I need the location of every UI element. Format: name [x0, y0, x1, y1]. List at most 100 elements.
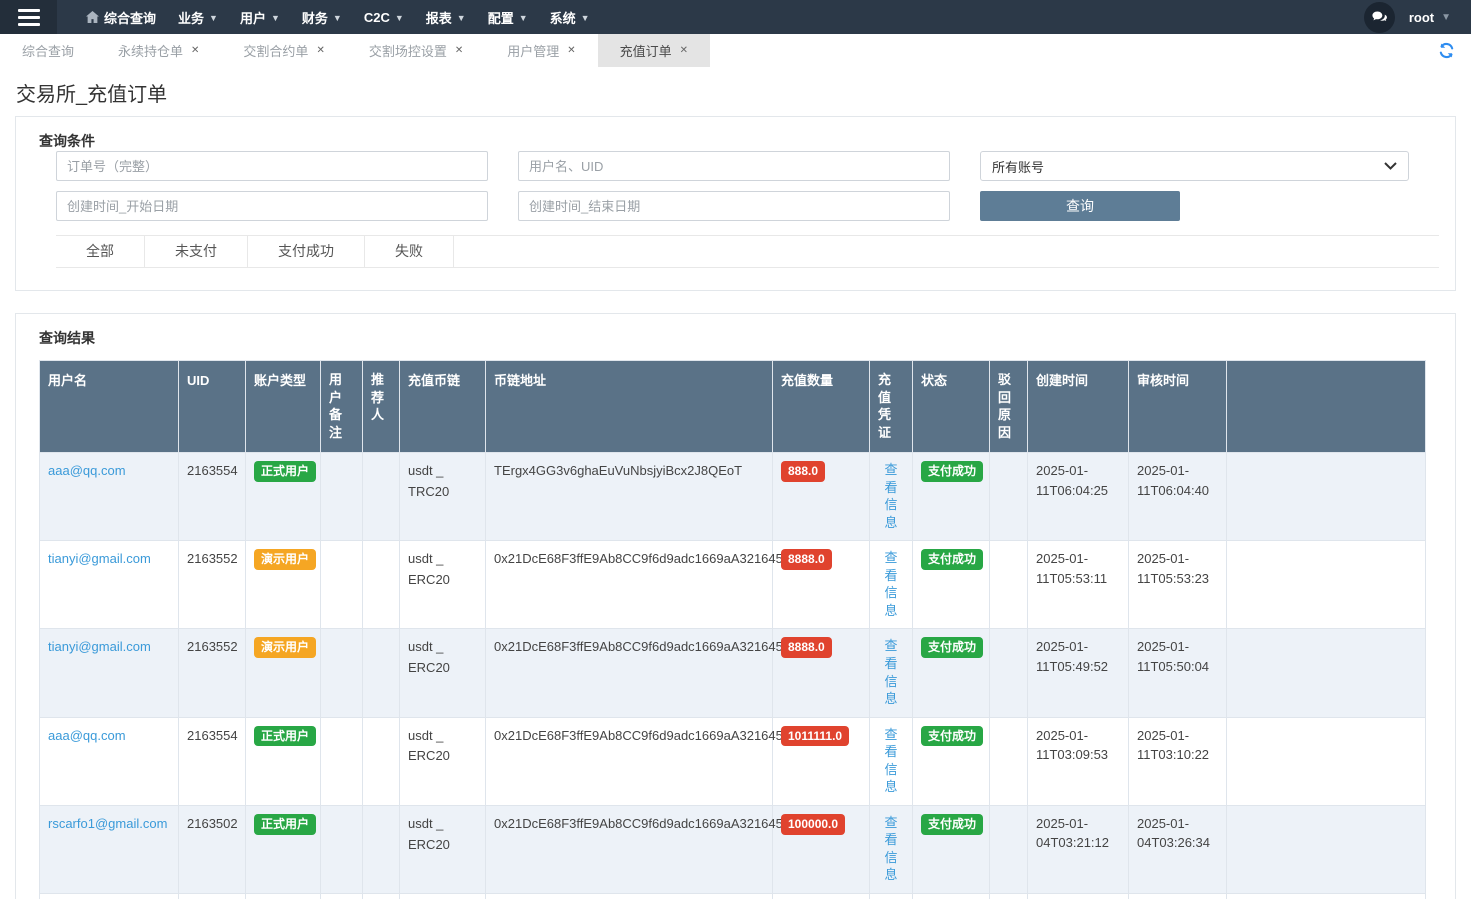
account-type-select[interactable]: 所有账号 — [980, 151, 1409, 181]
username-link[interactable]: rscarfo1@gmail.com — [48, 816, 167, 831]
tab-label: 充值订单 — [620, 41, 672, 60]
uid-cell: 2163554 — [179, 717, 246, 805]
referrer-cell — [363, 805, 400, 893]
tab-label: 交割合约单 — [243, 41, 308, 60]
column-header: 用户名 — [40, 361, 179, 453]
view-info-link[interactable]: 查看信息 — [884, 814, 898, 884]
nav-item-4[interactable]: C2C▼ — [353, 0, 415, 34]
created-at-cell: 2025-01-04T03:21:12 — [1028, 805, 1129, 893]
account-type-badge: 演示用户 — [254, 637, 316, 658]
search-button[interactable]: 查询 — [980, 191, 1180, 221]
reject-reason-cell — [990, 629, 1028, 717]
tab-1[interactable]: 综合查询 — [0, 34, 96, 67]
close-icon[interactable]: ✕ — [680, 45, 688, 56]
date-start-input[interactable] — [56, 191, 488, 221]
close-icon[interactable]: ✕ — [191, 45, 199, 56]
reject-reason-cell — [990, 717, 1028, 805]
view-info-link[interactable]: 查看信息 — [884, 637, 898, 707]
user-name: root — [1409, 10, 1434, 25]
status-filter-3[interactable]: 支付成功 — [248, 236, 365, 267]
nav-item-1[interactable]: 业务▼ — [167, 0, 229, 34]
referrer-cell — [363, 717, 400, 805]
refresh-icon — [1438, 42, 1455, 59]
date-end-input[interactable] — [518, 191, 950, 221]
table-row: aaa@qq.com2163554正式用户usdt _TRC20TErgx4GG… — [40, 453, 1426, 541]
nav-item-5[interactable]: 报表▼ — [415, 0, 477, 34]
nav-item-2[interactable]: 用户▼ — [229, 0, 291, 34]
main-menu: 综合查询业务▼用户▼财务▼C2C▼报表▼配置▼系统▼ — [75, 0, 601, 34]
status-badge: 支付成功 — [921, 549, 983, 570]
account-select-value: 所有账号 — [992, 157, 1044, 176]
order-no-input[interactable] — [56, 151, 488, 181]
nav-item-label: 用户 — [240, 8, 266, 27]
close-icon[interactable]: ✕ — [455, 45, 463, 56]
account-type-badge: 演示用户 — [254, 549, 316, 570]
chain-cell: usdt _ERC20 — [400, 629, 486, 717]
amount-badge: 8888.0 — [781, 637, 832, 658]
close-icon[interactable]: ✕ — [316, 45, 324, 56]
user-menu[interactable]: root ▼ — [1409, 10, 1451, 25]
empty-cell — [1227, 805, 1426, 893]
account-type-badge: 正式用户 — [254, 461, 316, 482]
chevron-down-icon: ▼ — [333, 13, 342, 23]
top-navbar: 综合查询业务▼用户▼财务▼C2C▼报表▼配置▼系统▼ root ▼ — [0, 0, 1471, 34]
reject-reason-cell — [990, 893, 1028, 899]
username-link[interactable]: aaa@qq.com — [48, 728, 126, 743]
tab-5[interactable]: 用户管理 ✕ — [485, 34, 597, 67]
username-link[interactable]: tianyi@gmail.com — [48, 639, 151, 654]
column-header: 币链地址 — [486, 361, 773, 453]
chat-icon — [1371, 10, 1388, 25]
empty-cell — [1227, 893, 1426, 899]
page-title: 交易所_充值订单 — [16, 78, 1455, 107]
chain-cell: usdt _ERC20 — [400, 805, 486, 893]
column-header: 推荐人 — [363, 361, 400, 453]
tab-3[interactable]: 交割合约单 ✕ — [221, 34, 346, 67]
hamburger-menu-icon[interactable] — [0, 0, 57, 34]
nav-item-7[interactable]: 系统▼ — [539, 0, 601, 34]
nav-item-3[interactable]: 财务▼ — [291, 0, 353, 34]
column-header: 充值数量 — [773, 361, 870, 453]
tab-label: 交割场控设置 — [369, 41, 447, 60]
status-filter-4[interactable]: 失败 — [365, 236, 454, 267]
user-note-cell — [321, 453, 363, 541]
created-at-cell: 2024-12-19T00:18:29 — [1028, 893, 1129, 899]
reject-reason-cell — [990, 453, 1028, 541]
nav-item-label: 配置 — [488, 8, 514, 27]
tab-2[interactable]: 永续持仓单✕ — [96, 34, 221, 67]
nav-item-6[interactable]: 配置▼ — [477, 0, 539, 34]
username-link[interactable]: tianyi@gmail.com — [48, 551, 151, 566]
uid-cell: 2163533 — [179, 893, 246, 899]
user-note-cell — [321, 893, 363, 899]
account-type-badge: 正式用户 — [254, 726, 316, 747]
column-header: 创建时间 — [1028, 361, 1129, 453]
table-row: jnf15719@gmail.com2163533正式用户usdt _TRC20… — [40, 893, 1426, 899]
tab-6[interactable]: 充值订单 ✕ — [598, 34, 710, 67]
address-cell: 0x21DcE68F3ffE9Ab8CC9f6d9adc1669aA321645… — [486, 805, 773, 893]
uid-cell: 2163552 — [179, 629, 246, 717]
close-icon[interactable]: ✕ — [567, 45, 575, 56]
address-cell: 0x21DcE68F3ffE9Ab8CC9f6d9adc1669aA321645… — [486, 541, 773, 629]
audited-at-cell: 2025-01-11T05:53:23 — [1129, 541, 1227, 629]
tab-4[interactable]: 交割场控设置 ✕ — [347, 34, 485, 67]
open-tabs-bar: 综合查询永续持仓单✕ 交割合约单 ✕ 交割场控设置 ✕ 用户管理 ✕ 充值订单 ✕ — [0, 34, 1471, 67]
table-row: rscarfo1@gmail.com2163502正式用户usdt _ERC20… — [40, 805, 1426, 893]
tab-label: 用户管理 — [507, 41, 559, 60]
column-header: 充值凭证 — [870, 361, 913, 453]
view-info-link[interactable]: 查看信息 — [884, 461, 898, 531]
username-link[interactable]: aaa@qq.com — [48, 463, 126, 478]
refresh-button[interactable] — [1422, 34, 1471, 67]
user-note-cell — [321, 717, 363, 805]
empty-cell — [1227, 453, 1426, 541]
username-uid-input[interactable] — [518, 151, 950, 181]
view-info-link[interactable]: 查看信息 — [884, 726, 898, 796]
audited-at-cell: 2025-01-04T03:26:34 — [1129, 805, 1227, 893]
user-note-cell — [321, 629, 363, 717]
nav-item-home[interactable]: 综合查询 — [75, 0, 167, 34]
address-cell: TErgx4GG3v6ghaEuVuNbsjyiBcx2J8QEoT — [486, 453, 773, 541]
status-filter-2[interactable]: 未支付 — [145, 236, 248, 267]
reject-reason-cell — [990, 541, 1028, 629]
column-header — [1227, 361, 1426, 453]
view-info-link[interactable]: 查看信息 — [884, 549, 898, 619]
chat-button[interactable] — [1364, 2, 1395, 33]
status-filter-1[interactable]: 全部 — [56, 236, 145, 267]
